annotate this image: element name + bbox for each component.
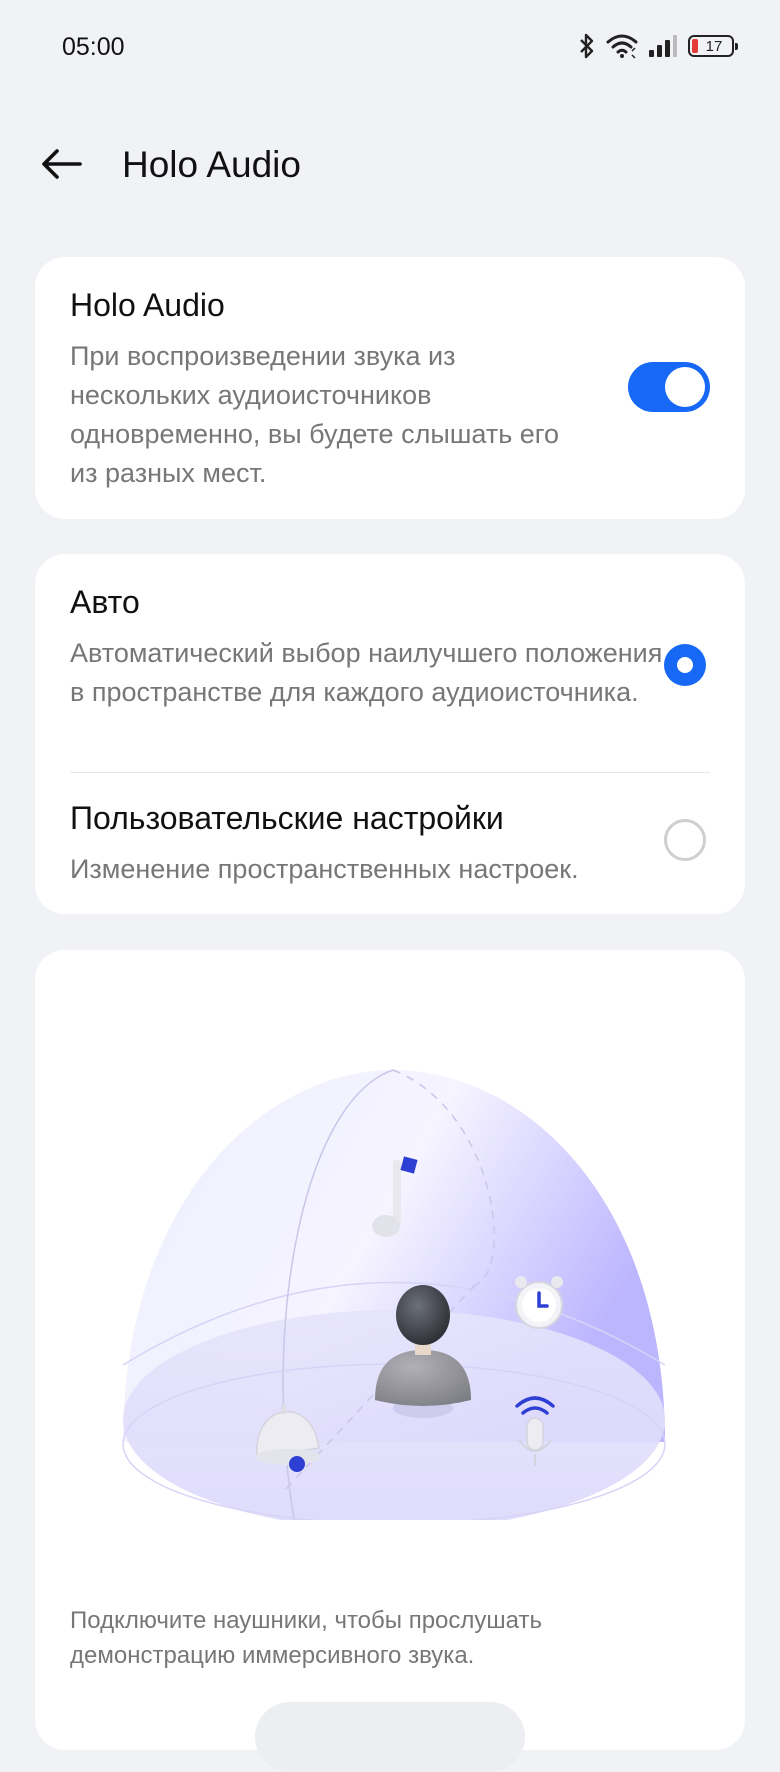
arrow-left-icon — [40, 148, 84, 185]
back-button[interactable] — [36, 140, 88, 192]
holo-audio-card[interactable]: Holo Audio При воспроизведении звука из … — [35, 257, 745, 519]
custom-description: Изменение пространственных настроек. — [70, 854, 579, 884]
status-bar: 05:00 17 — [0, 0, 780, 95]
holo-audio-toggle[interactable] — [628, 362, 710, 412]
signal-icon — [648, 34, 678, 58]
auto-radio[interactable] — [664, 644, 706, 686]
wifi-icon — [606, 33, 638, 59]
header: Holo Audio — [0, 130, 780, 200]
battery-level: 17 — [705, 37, 723, 55]
page-title: Holo Audio — [122, 144, 301, 185]
battery-icon: 17 — [688, 35, 738, 57]
demo-play-button[interactable] — [255, 1702, 525, 1772]
custom-title: Пользовательские настройки — [70, 800, 504, 836]
spatial-audio-illustration — [122, 1069, 666, 1520]
auto-description: Автоматический выбор наилучшего положени… — [70, 638, 663, 707]
holo-audio-description: При воспроизведении звука из нескольких … — [70, 341, 560, 488]
status-icons: 17 — [578, 32, 738, 60]
mode-option-auto[interactable]: Авто Автоматический выбор наилучшего пол… — [35, 554, 745, 772]
alarm-clock-icon — [515, 1276, 563, 1329]
demo-hint-text: Подключите наушники, чтобы прослушать де… — [70, 1607, 542, 1669]
mode-option-custom[interactable]: Пользовательские настройки Изменение про… — [35, 773, 745, 914]
custom-radio[interactable] — [664, 819, 706, 861]
demo-card: Подключите наушники, чтобы прослушать де… — [35, 950, 745, 1772]
mode-card: Авто Автоматический выбор наилучшего пол… — [35, 554, 745, 914]
auto-title: Авто — [70, 584, 140, 620]
status-time: 05:00 — [62, 33, 125, 61]
bluetooth-icon — [578, 32, 596, 60]
holo-audio-title: Holo Audio — [70, 287, 225, 323]
toggle-knob — [665, 367, 705, 407]
